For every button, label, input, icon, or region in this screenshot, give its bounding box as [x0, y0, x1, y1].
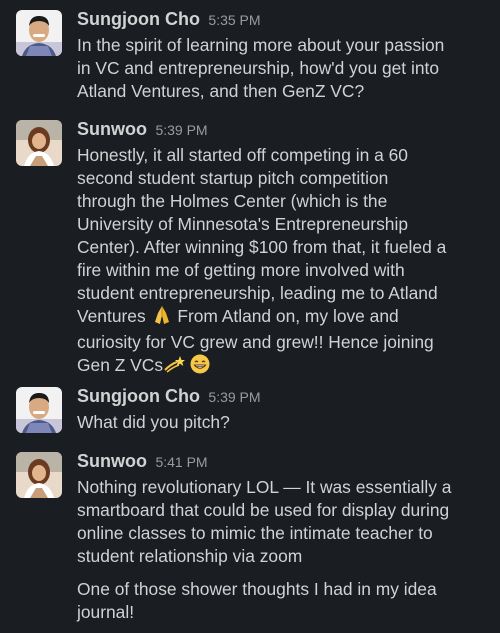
message-text: Ventures	[77, 306, 146, 326]
author-name[interactable]: Sunwoo	[77, 119, 147, 139]
dizzy-emoji	[163, 354, 186, 380]
sungjoon-avatar[interactable]	[16, 387, 62, 433]
timestamp[interactable]: 5:39 PM	[155, 122, 207, 138]
message-line: smartboard that could be used for displa…	[77, 500, 450, 520]
message-line: Honestly, it all started off competing i…	[77, 145, 408, 165]
message-line: journal!	[77, 602, 135, 622]
author-name[interactable]: Sungjoon Cho	[77, 386, 200, 406]
timestamp[interactable]: 5:41 PM	[155, 454, 207, 470]
message-line: University of Minnesota's Entrepreneursh…	[77, 214, 408, 234]
message-line: Nothing revolutionary LOL — It was essen…	[77, 477, 452, 497]
message-line: online classes to mimic the intimate tea…	[77, 523, 433, 543]
message-header: Sungjoon Cho 5:35 PM	[77, 8, 261, 32]
message-header: Sunwoo 5:41 PM	[77, 450, 208, 474]
message-line: One of those shower thoughts I had in my…	[77, 579, 437, 599]
message-text: Gen Z VCs	[77, 355, 164, 375]
message-line: In the spirit of learning more about you…	[77, 35, 445, 55]
message-line: curiosity for VC grew and grew!! Hence j…	[77, 332, 434, 352]
message-body: Nothing revolutionary LOL — It was essen…	[77, 476, 495, 624]
timestamp[interactable]: 5:35 PM	[208, 12, 260, 28]
message-body: What did you pitch?	[77, 411, 495, 434]
message-line: student entrepreneurship, leading me to …	[77, 283, 438, 303]
message-body: Honestly, it all started off competing i…	[77, 144, 495, 380]
sunwoo-avatar[interactable]	[16, 120, 62, 166]
message-line: fire within me of getting more involved …	[77, 260, 405, 280]
message-header: Sungjoon Cho 5:39 PM	[77, 385, 261, 409]
sungjoon-avatar[interactable]	[16, 10, 62, 56]
message-text: From Atland on, my love and	[177, 306, 399, 326]
folded-hands-emoji	[151, 305, 173, 331]
sunwoo-avatar[interactable]	[16, 452, 62, 498]
message-line: student relationship via zoom	[77, 546, 303, 566]
message-body: In the spirit of learning more about you…	[77, 34, 495, 103]
author-name[interactable]: Sunwoo	[77, 451, 147, 471]
message-line: Ventures From Atland on, my love and	[77, 305, 495, 331]
message-line: What did you pitch?	[77, 412, 230, 432]
message-line: Gen Z VCs	[77, 354, 495, 380]
author-name[interactable]: Sungjoon Cho	[77, 9, 200, 29]
message-line: in VC and entrepreneurship, how'd you ge…	[77, 58, 439, 78]
message-header: Sunwoo 5:39 PM	[77, 118, 208, 142]
timestamp[interactable]: 5:39 PM	[208, 389, 260, 405]
message-line: Atland Ventures, and then GenZ VC?	[77, 81, 365, 101]
grinning-face-emoji	[190, 354, 210, 380]
message-line: Center). After winning $100 from that, i…	[77, 237, 447, 257]
message-line: through the Holmes Center (which is the	[77, 191, 388, 211]
message-line: second student startup pitch competition	[77, 168, 389, 188]
